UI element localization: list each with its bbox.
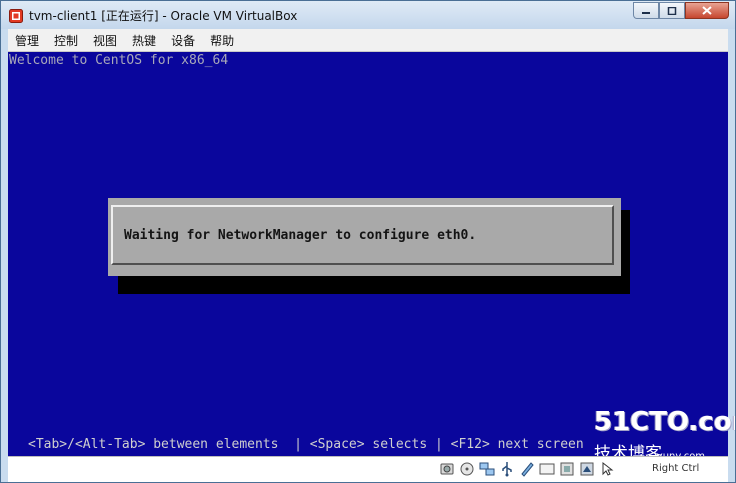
usb-icon[interactable] xyxy=(498,460,515,477)
menu-manage[interactable]: 管理 xyxy=(8,32,46,49)
maximize-icon xyxy=(667,6,677,15)
menu-help[interactable]: 帮助 xyxy=(203,32,241,49)
maximize-button[interactable] xyxy=(659,2,685,19)
title-bar[interactable]: tvm-client1 [正在运行] - Oracle VM VirtualBo… xyxy=(1,1,735,29)
window-title: tvm-client1 [正在运行] - Oracle VM VirtualBo… xyxy=(29,9,298,23)
minimize-button[interactable] xyxy=(633,2,659,19)
display-icon[interactable] xyxy=(538,460,555,477)
status-dialog: Waiting for NetworkManager to configure … xyxy=(108,198,621,276)
minimize-icon xyxy=(642,11,650,14)
virtualbox-window: tvm-client1 [正在运行] - Oracle VM VirtualBo… xyxy=(0,0,736,483)
window-controls xyxy=(633,2,729,20)
close-button[interactable] xyxy=(685,2,729,19)
menu-control[interactable]: 控制 xyxy=(47,32,85,49)
watermark-brand: 51CTO.com xyxy=(594,407,735,437)
virtualization-icon[interactable] xyxy=(578,460,595,477)
status-bar: Right Ctrl xyxy=(8,456,728,482)
dialog-message: Waiting for NetworkManager to configure … xyxy=(124,228,477,243)
key-hint-line: <Tab>/<Alt-Tab> between elements | <Spac… xyxy=(28,437,584,452)
network-icon[interactable] xyxy=(478,460,495,477)
disk-icon[interactable] xyxy=(438,460,455,477)
welcome-text: Welcome to CentOS for x86_64 xyxy=(9,53,229,68)
vm-screen[interactable]: Welcome to CentOS for x86_64 Waiting for… xyxy=(8,52,728,456)
menu-devices[interactable]: 设备 xyxy=(164,32,202,49)
host-key-label: Right Ctrl xyxy=(652,463,700,474)
optical-drive-icon[interactable] xyxy=(458,460,475,477)
device-icons xyxy=(438,460,615,477)
virtualbox-icon xyxy=(9,8,23,23)
recording-icon[interactable] xyxy=(558,460,575,477)
menu-hotkey[interactable]: 热键 xyxy=(125,32,163,49)
shared-folder-icon[interactable] xyxy=(518,460,535,477)
mouse-icon[interactable] xyxy=(598,460,615,477)
menu-bar: 管理 控制 视图 热键 设备 帮助 xyxy=(8,29,728,52)
close-icon xyxy=(702,6,712,15)
menu-view[interactable]: 视图 xyxy=(86,32,124,49)
